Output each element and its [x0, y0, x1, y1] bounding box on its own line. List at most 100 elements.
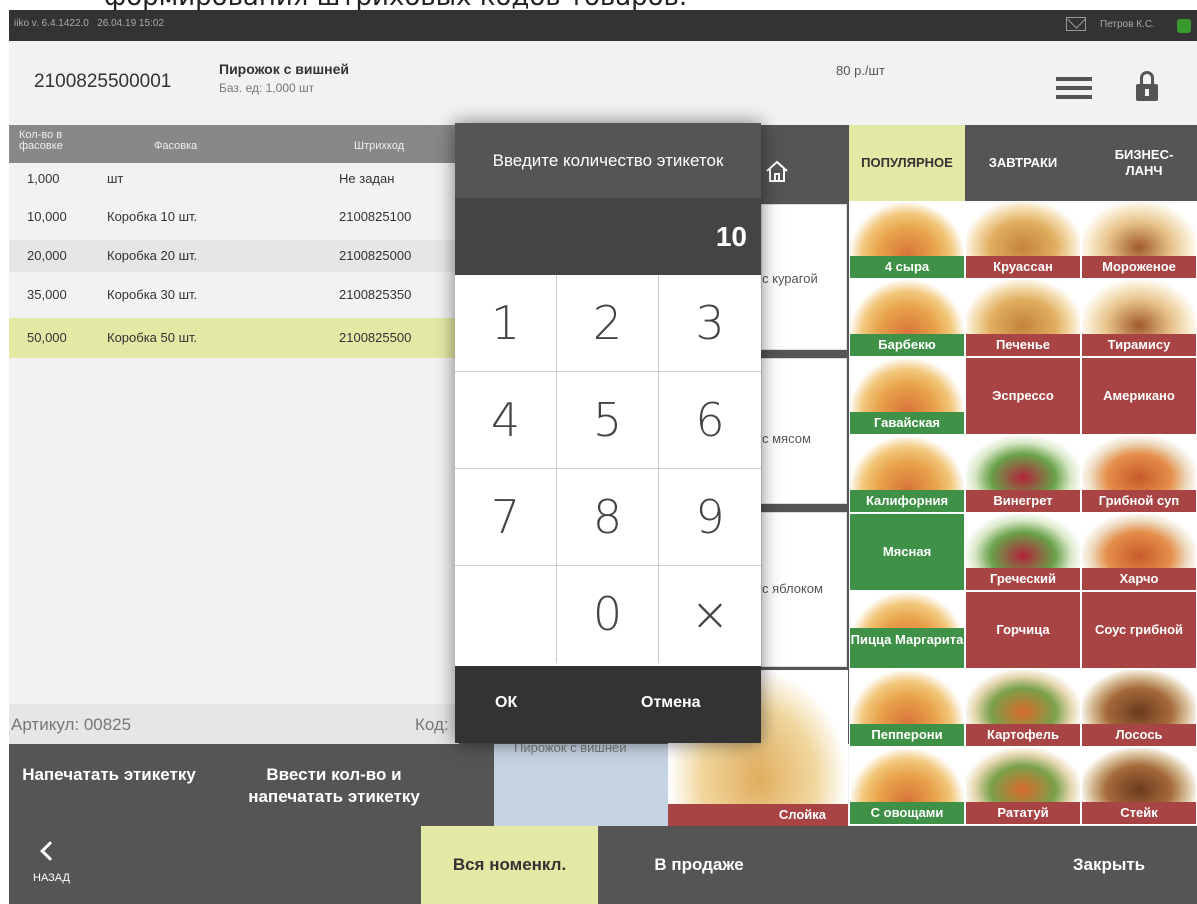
tile-myasnaya[interactable]: Мясная: [849, 513, 965, 591]
product-card-label: с яблоком: [762, 581, 823, 596]
product-card[interactable]: с яблоком: [761, 512, 847, 667]
article-label: Артикул: 00825: [11, 715, 132, 734]
product-card[interactable]: с мясом: [761, 358, 847, 504]
caption-text: формирования штриховых кодов товаров.: [104, 0, 687, 10]
tile-label[interactable]: Гавайская: [850, 412, 964, 434]
tile-label[interactable]: Винегрет: [966, 490, 1080, 512]
category-tabs: ПОПУЛЯРНОЕ ЗАВТРАКИ БИЗНЕС-ЛАНЧ: [849, 125, 1197, 201]
key-5[interactable]: 5: [557, 372, 659, 469]
tab-breakfast[interactable]: ЗАВТРАКИ: [965, 125, 1081, 201]
tab-on-sale[interactable]: В продаже: [609, 826, 789, 904]
tile-label[interactable]: Тирамису: [1082, 334, 1196, 356]
key-8[interactable]: 8: [557, 469, 659, 566]
status-bar: iiko v. 6.4.1422.0 26.04.19 15:02 Петров…: [9, 10, 1197, 41]
tab-popular[interactable]: ПОПУЛЯРНОЕ: [849, 125, 965, 201]
bottom-nav: НАЗАД Вся номенкл. В продаже Закрыть: [9, 826, 1197, 904]
key-6[interactable]: 6: [659, 372, 761, 469]
tab-business-lunch[interactable]: БИЗНЕС-ЛАНЧ: [1099, 125, 1189, 201]
dialog-footer: ОК Отмена: [455, 666, 761, 743]
clear-key-icon[interactable]: ×: [659, 566, 761, 663]
tile-label[interactable]: Грибной суп: [1082, 490, 1196, 512]
product-price: 80 р./шт: [836, 63, 885, 78]
app-window: iiko v. 6.4.1422.0 26.04.19 15:02 Петров…: [9, 10, 1197, 904]
cell-barcode: 2100825500: [339, 330, 412, 345]
table-row[interactable]: 10,000 Коробка 10 шт. 2100825100: [9, 201, 459, 233]
key-4[interactable]: 4: [455, 372, 557, 469]
product-card[interactable]: с курагой: [761, 204, 847, 350]
cell-pack: Коробка 20 шт.: [107, 248, 198, 263]
lock-icon[interactable]: [1136, 71, 1158, 101]
cell-qty: 20,000: [27, 248, 67, 263]
tile-label: Слойка: [668, 804, 848, 826]
tile-label[interactable]: Рататуй: [966, 802, 1080, 824]
cell-barcode: 2100825100: [339, 209, 412, 224]
table-row[interactable]: 20,000 Коробка 20 шт. 2100825000: [9, 240, 459, 272]
version-label: iiko v. 6.4.1422.0 26.04.19 15:02: [14, 18, 164, 29]
tab-all-items[interactable]: Вся номенкл.: [421, 826, 598, 904]
key-1[interactable]: 1: [455, 275, 557, 372]
table-row[interactable]: 1,000 шт Не задан: [9, 163, 459, 195]
key-0[interactable]: 0: [557, 566, 659, 663]
cell-pack: Коробка 30 шт.: [107, 287, 198, 302]
tile-label[interactable]: Пепперони: [850, 724, 964, 746]
product-barcode: 2100825500001: [34, 71, 172, 92]
key-2[interactable]: 2: [557, 275, 659, 372]
quantity-input[interactable]: 10: [455, 198, 761, 275]
product-card-label: с мясом: [762, 431, 811, 446]
tile-label[interactable]: Греческий: [966, 568, 1080, 590]
article-info: Артикул: 00825 Код:: [9, 704, 459, 744]
page-caption: формирования штриховых кодов товаров.: [0, 0, 1197, 10]
version-text: iiko v. 6.4.1422.0: [14, 18, 89, 29]
tile-label[interactable]: 4 сыра: [850, 256, 964, 278]
home-icon[interactable]: [761, 155, 793, 187]
key-7[interactable]: 7: [455, 469, 557, 566]
tile-label[interactable]: Лосось: [1082, 724, 1196, 746]
table-row-selected[interactable]: 50,000 Коробка 50 шт. 2100825500: [9, 318, 459, 358]
cancel-button[interactable]: Отмена: [641, 694, 701, 712]
product-tile-current[interactable]: Пирожок с вишней: [494, 740, 668, 826]
datetime-text: 26.04.19 15:02: [97, 18, 164, 29]
key-empty: [455, 566, 557, 663]
chevron-left-icon: [40, 841, 60, 861]
col-barcode: Штрихкод: [354, 140, 405, 152]
cell-barcode: Не задан: [339, 171, 395, 186]
tile-label[interactable]: С овощами: [850, 802, 964, 824]
col-qty: Кол-во в фасовке: [19, 129, 63, 152]
tile-label[interactable]: Мороженое: [1082, 256, 1196, 278]
mail-icon[interactable]: [1066, 17, 1086, 31]
enter-qty-print-button[interactable]: Ввести кол-во и напечатать этикетку: [224, 764, 444, 808]
cell-barcode: 2100825000: [339, 248, 412, 263]
cell-barcode: 2100825350: [339, 287, 412, 302]
quantity-dialog: Введите количество этикеток 10 1 2 3 4 5…: [455, 123, 761, 743]
tile-label[interactable]: Пицца Маргарита: [850, 628, 964, 668]
menu-icon[interactable]: [1056, 77, 1092, 99]
key-9[interactable]: 9: [659, 469, 761, 566]
close-button[interactable]: Закрыть: [1049, 826, 1169, 904]
tile-sous-gribnoy[interactable]: Соус грибной: [1081, 591, 1197, 669]
tile-label[interactable]: Круассан: [966, 256, 1080, 278]
tile-label[interactable]: Харчо: [1082, 568, 1196, 590]
tile-espresso[interactable]: Эспрессо: [965, 357, 1081, 435]
dialog-title: Введите количество этикеток: [455, 123, 761, 198]
back-label: НАЗАД: [33, 872, 70, 884]
tile-label[interactable]: Барбекю: [850, 334, 964, 356]
tile-americano[interactable]: Американо: [1081, 357, 1197, 435]
ok-button[interactable]: ОК: [495, 694, 517, 712]
tile-label[interactable]: Картофель: [966, 724, 1080, 746]
tile-label[interactable]: Стейк: [1082, 802, 1196, 824]
tile-label[interactable]: Печенье: [966, 334, 1080, 356]
cell-qty: 10,000: [27, 209, 67, 224]
user-name[interactable]: Петров К.С.: [1100, 19, 1155, 30]
cell-pack: шт: [107, 171, 124, 186]
action-bar: Напечатать этикетку Ввести кол-во и напе…: [9, 744, 494, 826]
back-button[interactable]: НАЗАД: [29, 838, 109, 884]
tile-label[interactable]: Калифорния: [850, 490, 964, 512]
status-indicator: [1177, 19, 1191, 33]
cell-qty: 50,000: [27, 330, 67, 345]
table-row[interactable]: 35,000 Коробка 30 шт. 2100825350: [9, 279, 459, 311]
tile-gorchitsa[interactable]: Горчица: [965, 591, 1081, 669]
print-label-button[interactable]: Напечатать этикетку: [19, 764, 199, 786]
code-label: Код:: [415, 715, 449, 734]
key-3[interactable]: 3: [659, 275, 761, 372]
cell-qty: 1,000: [27, 171, 60, 186]
